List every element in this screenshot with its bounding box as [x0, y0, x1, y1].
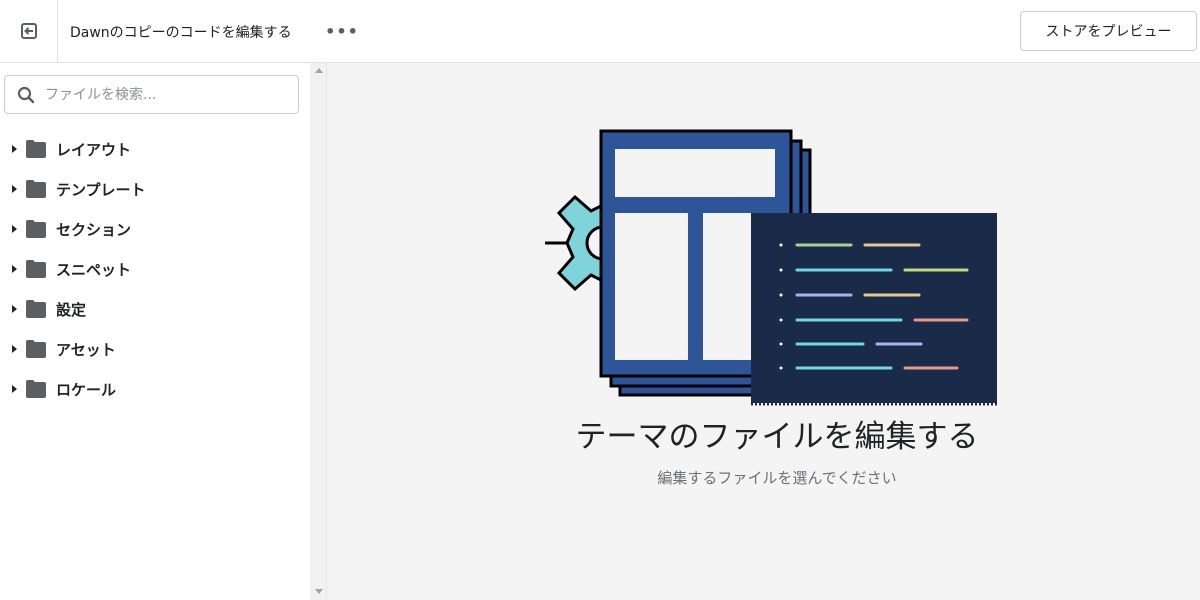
page-title: Dawnのコピーのコードを編集する [70, 25, 292, 41]
expand-caret-icon[interactable] [12, 345, 17, 353]
sidebar-scrollbar[interactable] [310, 63, 327, 600]
expand-caret-icon[interactable] [12, 225, 17, 233]
folder-icon [26, 340, 46, 358]
folder-label: アセット [56, 340, 116, 359]
empty-state-subtext: 編集するファイルを選んでください [657, 469, 897, 487]
folder-icon [26, 300, 46, 318]
folder-icon [26, 140, 46, 158]
expand-caret-icon[interactable] [12, 305, 17, 313]
theme-code-illustration [545, 129, 997, 406]
folder-label: レイアウト [56, 140, 132, 159]
search-icon [17, 86, 35, 103]
folder-item-layout[interactable]: レイアウト [0, 133, 300, 165]
exit-button[interactable] [0, 0, 58, 62]
file-search-input[interactable] [45, 86, 275, 103]
folder-item-sections[interactable]: セクション [0, 213, 300, 245]
folder-label: テンプレート [56, 180, 146, 199]
expand-caret-icon[interactable] [12, 385, 17, 393]
scroll-down-arrow-icon[interactable] [315, 589, 323, 594]
folder-label: ロケール [56, 380, 117, 399]
expand-caret-icon[interactable] [12, 185, 17, 193]
more-actions-button[interactable]: ••• [325, 20, 358, 42]
expand-caret-icon[interactable] [12, 145, 17, 153]
editor-empty-state: テーマのファイルを編集する 編集するファイルを選んでください [327, 63, 1200, 600]
scroll-up-arrow-icon[interactable] [315, 68, 323, 73]
empty-state-heading: テーマのファイルを編集する [575, 419, 979, 455]
folder-icon [26, 180, 46, 198]
folder-label: スニペット [56, 260, 132, 279]
file-sidebar: レイアウト テンプレート セクション スニペット 設定 アセット [0, 63, 310, 600]
folder-label: 設定 [56, 300, 87, 319]
top-bar: Dawnのコピーのコードを編集する ••• ストアをプレビュー [0, 0, 1200, 63]
folder-label: セクション [56, 220, 132, 239]
folder-item-config[interactable]: 設定 [0, 293, 300, 325]
folder-icon [26, 380, 46, 398]
expand-caret-icon[interactable] [12, 265, 17, 273]
file-search-box[interactable] [4, 75, 299, 114]
store-preview-button[interactable]: ストアをプレビュー [1020, 11, 1197, 51]
folder-icon [26, 220, 46, 238]
folder-item-templates[interactable]: テンプレート [0, 173, 300, 205]
folder-icon [26, 260, 46, 278]
exit-icon [20, 23, 37, 39]
folder-item-assets[interactable]: アセット [0, 333, 300, 365]
folder-item-locales[interactable]: ロケール [0, 373, 300, 405]
folder-item-snippets[interactable]: スニペット [0, 253, 300, 285]
